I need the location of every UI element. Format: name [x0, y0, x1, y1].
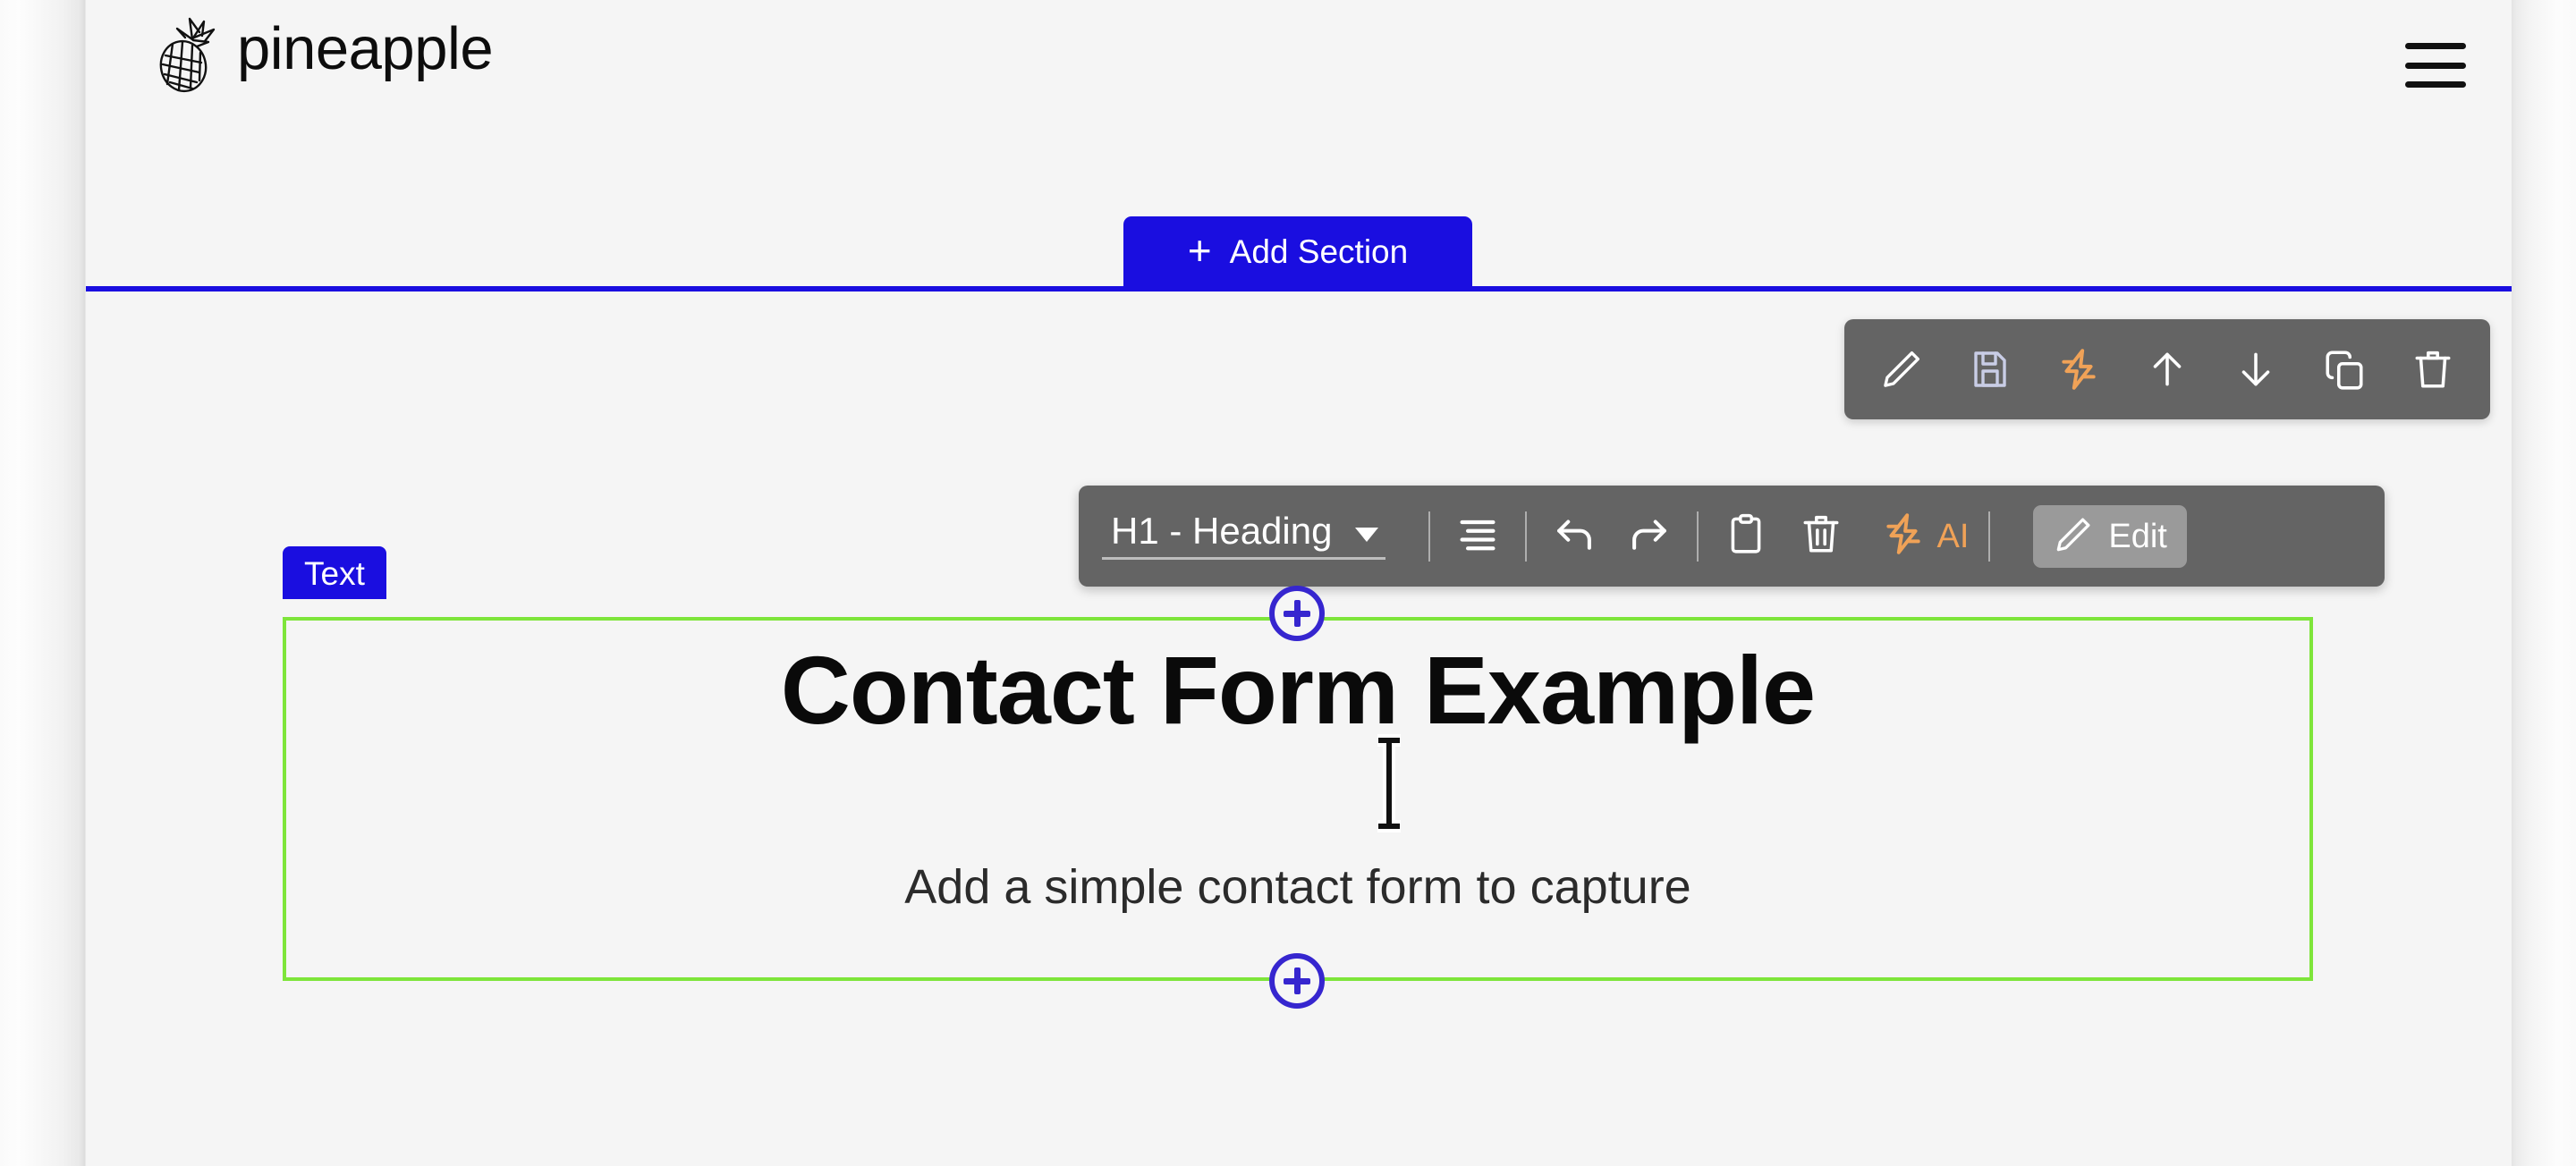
- hamburger-bar: [2405, 62, 2466, 69]
- chevron-down-icon: [1355, 528, 1379, 542]
- page-left-gutter: [0, 0, 86, 1166]
- lightning-ai-icon: [2056, 347, 2101, 392]
- toolbar-separator: [1988, 511, 1991, 562]
- arrow-down-icon: [2233, 347, 2278, 392]
- move-section-down-button[interactable]: [2231, 344, 2281, 394]
- toolbar-separator: [1697, 511, 1699, 562]
- text-align-icon: [1454, 511, 1501, 562]
- page-right-gutter: [2510, 0, 2576, 1166]
- edit-button-label: Edit: [2108, 517, 2167, 555]
- arrow-up-icon: [2145, 347, 2190, 392]
- clipboard-paste-icon: [1724, 511, 1768, 561]
- plus-icon: +: [1187, 227, 1212, 274]
- plus-circle-icon: [1284, 977, 1310, 984]
- hamburger-bar: [2405, 81, 2466, 88]
- delete-section-button[interactable]: [2408, 344, 2458, 394]
- edit-text-button[interactable]: Edit: [2033, 504, 2187, 568]
- trash-delete-icon: [2411, 347, 2455, 392]
- ai-assist-button[interactable]: AI: [1881, 511, 1969, 561]
- hamburger-bar: [2405, 43, 2466, 49]
- pencil-edit-icon: [2053, 514, 2094, 558]
- site-header: pineapple: [86, 0, 2512, 173]
- move-section-up-button[interactable]: [2142, 344, 2192, 394]
- toolbar-separator: [1525, 511, 1528, 562]
- hamburger-menu-icon[interactable]: [2405, 43, 2466, 88]
- save-section-button[interactable]: [1965, 344, 2015, 394]
- add-section-button[interactable]: + Add Section: [1123, 216, 1472, 288]
- floppy-save-icon: [1969, 348, 2012, 391]
- duplicate-section-button[interactable]: [2319, 344, 2369, 394]
- add-block-below-handle[interactable]: [1269, 953, 1325, 1009]
- ai-section-button[interactable]: [2054, 344, 2104, 394]
- block-subtitle-text[interactable]: Add a simple contact form to capture: [283, 858, 2313, 917]
- undo-arrow-icon: [1550, 510, 1598, 562]
- app-root: pineapple + Add Section H1 - Heading AI …: [0, 0, 2576, 1166]
- ai-label: AI: [1936, 517, 1970, 555]
- lightning-ai-icon: [1881, 511, 1926, 561]
- block-type-badge[interactable]: Text: [283, 546, 386, 599]
- trash-delete-icon: [1799, 511, 1843, 561]
- toolbar-separator: [1428, 511, 1431, 562]
- pineapple-icon: [155, 13, 225, 93]
- text-format-toolbar: H1 - Heading AI Edit: [1079, 486, 2385, 587]
- text-align-button[interactable]: [1450, 509, 1505, 564]
- add-section-label: Add Section: [1229, 233, 1409, 270]
- redo-button[interactable]: [1622, 509, 1677, 564]
- undo-button[interactable]: [1546, 509, 1602, 564]
- block-heading-text[interactable]: Contact Form Example: [283, 636, 2313, 745]
- brand-logo-group[interactable]: pineapple: [155, 13, 494, 93]
- pencil-edit-icon: [1879, 347, 1924, 392]
- add-block-above-handle[interactable]: [1269, 586, 1325, 641]
- redo-arrow-icon: [1625, 510, 1674, 562]
- text-style-value: H1 - Heading: [1111, 510, 1333, 552]
- paste-button[interactable]: [1718, 509, 1774, 564]
- copy-duplicate-icon: [2322, 347, 2367, 392]
- edit-section-button[interactable]: [1877, 344, 1927, 394]
- delete-text-button[interactable]: [1793, 509, 1849, 564]
- section-toolbar: [1844, 319, 2490, 419]
- brand-name: pineapple: [237, 14, 494, 82]
- text-style-select[interactable]: H1 - Heading: [1102, 510, 1386, 560]
- plus-circle-icon: [1284, 610, 1310, 617]
